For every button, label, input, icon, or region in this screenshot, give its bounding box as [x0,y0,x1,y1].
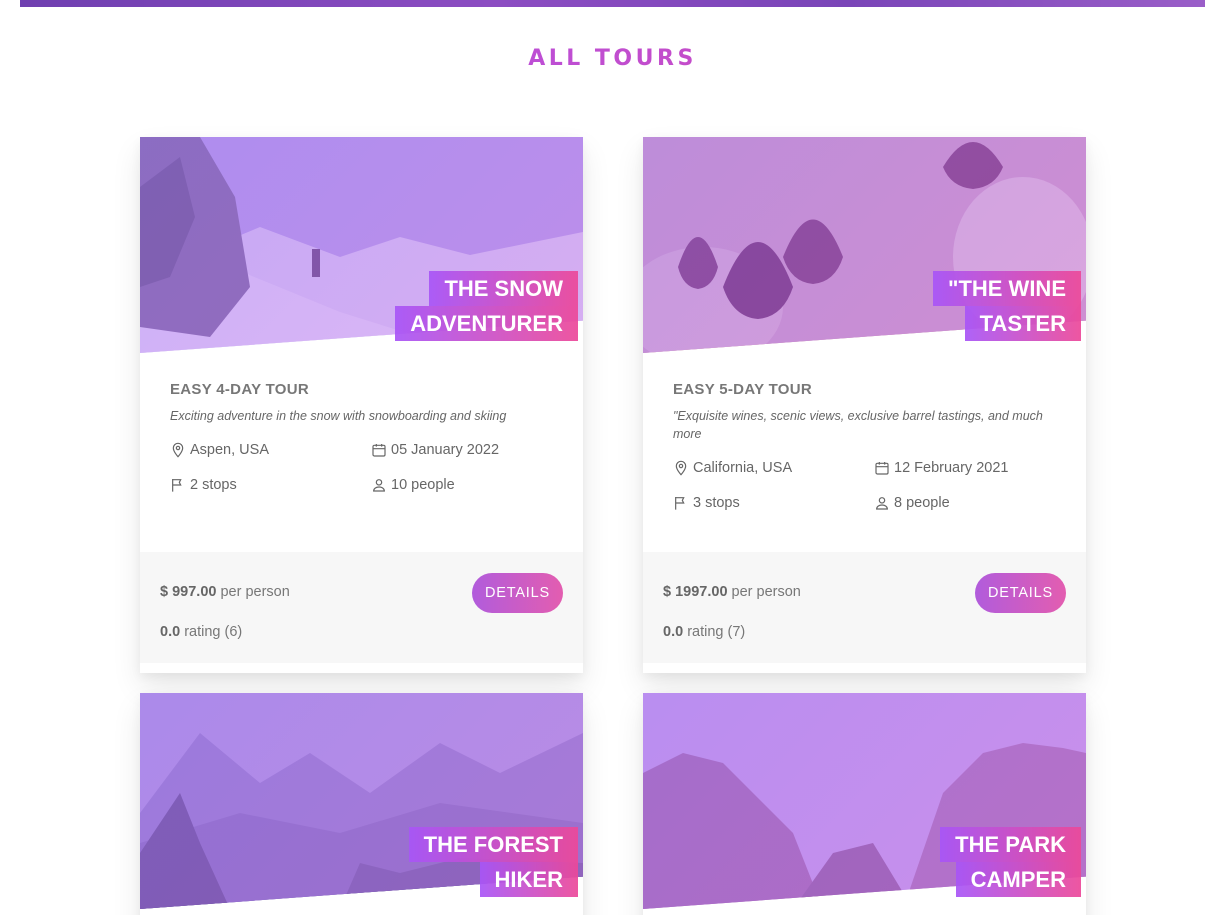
calendar-icon [372,444,386,457]
tour-name-line-2: CAMPER [955,862,1081,897]
tour-card: "THE WINE TASTER EASY 5-DAY TOUR "Exquis… [643,137,1086,673]
tour-name-line-1: "THE WINE [933,271,1081,306]
rating-value: 0.0 [160,624,181,640]
details-button[interactable]: DETAILS [472,573,563,613]
tour-card-footer: $ 1997.00 per person 0.0 rating (7) DETA… [643,552,1086,663]
rating-value: 0.0 [663,624,684,640]
tour-rating: 0.0 rating (7) [663,624,745,640]
tour-card: THE FOREST HIKER [140,693,583,915]
hero-banner-bottom-edge [20,0,1205,7]
tour-stops: 3 stops [673,495,874,511]
tour-card: THE PARK CAMPER [643,693,1086,915]
tour-name: "THE WINE TASTER [933,271,1081,341]
price-value: $ 997.00 [160,584,217,600]
tour-difficulty-duration: EASY 5-DAY TOUR [673,381,812,398]
map-pin-icon [172,442,184,458]
tour-name-line-2: ADVENTURER [395,306,578,341]
tour-name: THE FOREST HIKER [408,827,578,897]
tour-summary: Exciting adventure in the snow with snow… [170,409,507,423]
tour-location: Aspen, USA [170,442,371,458]
price-suffix: per person [731,584,801,600]
tour-group-size: 10 people [371,477,561,493]
price-value: $ 1997.00 [663,584,728,600]
tour-card-footer: $ 997.00 per person 0.0 rating (6) DETAI… [140,552,583,663]
flag-icon [675,497,685,510]
tour-name-line-1: THE PARK [940,827,1081,862]
tour-name-line-2: HIKER [479,862,578,897]
tour-rating: 0.0 rating (6) [160,624,242,640]
tour-difficulty-duration: EASY 4-DAY TOUR [170,381,309,398]
tour-name: THE SNOW ADVENTURER [395,271,578,341]
tour-card: THE SNOW ADVENTURER EASY 4-DAY TOUR Exci… [140,137,583,673]
rating-suffix: rating (7) [687,624,746,640]
tour-details: EASY 4-DAY TOUR Exciting adventure in th… [170,381,560,493]
tour-details: EASY 5-DAY TOUR "Exquisite wines, scenic… [673,381,1063,511]
tour-name-line-2: TASTER [964,306,1081,341]
page-title: ALL TOURS [0,46,1225,71]
price-suffix: per person [220,584,290,600]
tour-name-line-1: THE FOREST [408,827,578,862]
tour-stops: 2 stops [170,477,371,493]
tour-group-size: 8 people [874,495,1064,511]
map-pin-icon [675,460,687,476]
tour-location: California, USA [673,460,874,476]
tour-price: $ 997.00 per person [160,584,290,600]
user-icon [373,479,385,492]
tour-summary: "Exquisite wines, scenic views, exclusiv… [673,409,1043,441]
user-icon [876,497,888,510]
tour-price: $ 1997.00 per person [663,584,801,600]
tour-name: THE PARK CAMPER [940,827,1081,897]
tour-start-date: 05 January 2022 [371,442,561,458]
tour-start-date: 12 February 2021 [874,460,1064,476]
details-button[interactable]: DETAILS [975,573,1066,613]
tour-name-line-1: THE SNOW [429,271,578,306]
calendar-icon [875,462,889,475]
flag-icon [172,479,182,492]
rating-suffix: rating (6) [184,624,243,640]
